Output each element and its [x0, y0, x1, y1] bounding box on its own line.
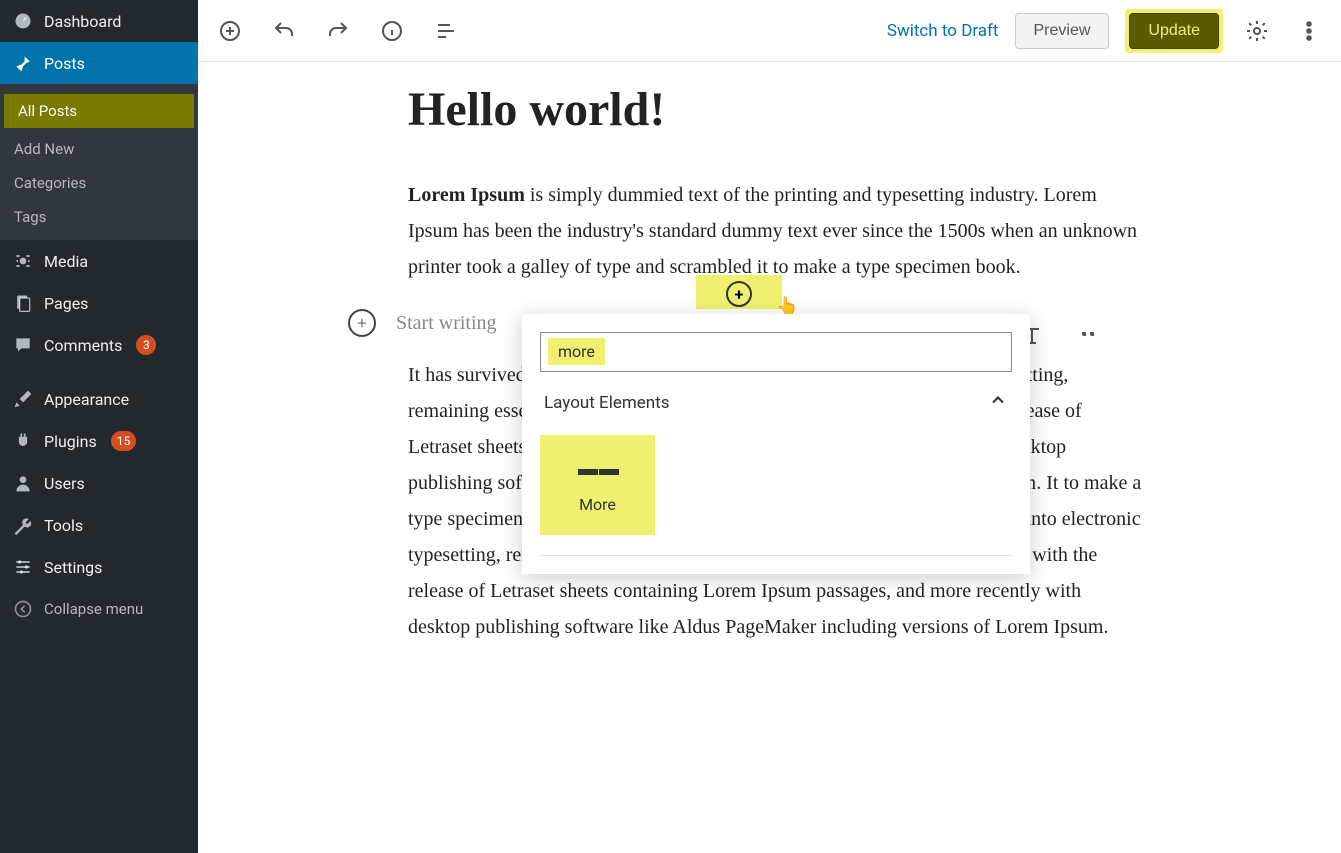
inserter-section-header[interactable]: Layout Elements — [540, 372, 1012, 427]
sidebar-label: Users — [44, 474, 85, 493]
sidebar-label: Pages — [44, 294, 88, 313]
plugins-badge: 15 — [111, 431, 137, 451]
block-item-label: More — [579, 495, 616, 514]
undo-button[interactable] — [266, 13, 302, 49]
inserter-block-grid: ▬ ▬ More — [540, 427, 1012, 556]
sliders-icon — [12, 556, 34, 578]
more-block-icon: ▬ ▬ — [578, 456, 617, 481]
preview-button[interactable]: Preview — [1015, 13, 1110, 49]
para1-bold: Lorem Ipsum — [408, 184, 525, 206]
sidebar-item-dashboard[interactable]: Dashboard — [0, 0, 198, 42]
post-title[interactable]: Hello world! — [408, 82, 1148, 137]
editor-topbar: Switch to Draft Preview Update — [198, 0, 1341, 62]
sidebar-item-tools[interactable]: Tools — [0, 504, 198, 546]
submenu-categories[interactable]: Categories — [0, 166, 198, 200]
submenu-all-posts[interactable]: All Posts — [4, 94, 194, 128]
topbar-left — [212, 13, 464, 49]
submenu-tags[interactable]: Tags — [0, 200, 198, 234]
quote-icon[interactable] — [1076, 324, 1102, 350]
user-icon — [12, 472, 34, 494]
sidebar-label: Dashboard — [44, 12, 121, 31]
sidebar-label: Media — [44, 252, 88, 271]
add-block-toolbar-button[interactable] — [212, 13, 248, 49]
sidebar-label: Posts — [44, 54, 85, 73]
brush-icon — [12, 388, 34, 410]
sidebar-item-pages[interactable]: Pages — [0, 282, 198, 324]
more-menu-button[interactable] — [1291, 13, 1327, 49]
inline-add-block-button[interactable]: + — [348, 309, 376, 337]
chevron-up-icon — [988, 390, 1008, 415]
outline-button[interactable] — [428, 13, 464, 49]
sidebar-item-settings[interactable]: Settings — [0, 546, 198, 588]
add-block-plus-button[interactable]: + — [726, 281, 752, 307]
sidebar-item-users[interactable]: Users — [0, 462, 198, 504]
search-value-highlight: more — [548, 338, 605, 365]
submenu-add-new[interactable]: Add New — [0, 132, 198, 166]
inserter-section-label: Layout Elements — [544, 393, 670, 413]
media-icon — [12, 250, 34, 272]
collapse-icon — [12, 598, 34, 620]
dashboard-icon — [12, 10, 34, 32]
wrench-icon — [12, 514, 34, 536]
inserter-search-input[interactable] — [540, 332, 1012, 372]
comment-icon — [12, 334, 34, 356]
update-highlight: Update — [1125, 9, 1223, 53]
quick-format-icons — [1020, 324, 1102, 350]
add-block-trigger-highlight: + — [696, 275, 782, 309]
comments-badge: 3 — [136, 335, 156, 355]
switch-to-draft-link[interactable]: Switch to Draft — [887, 21, 999, 41]
topbar-right: Switch to Draft Preview Update — [887, 9, 1327, 53]
block-item-more[interactable]: ▬ ▬ More — [540, 435, 655, 535]
info-button[interactable] — [374, 13, 410, 49]
sidebar-item-comments[interactable]: Comments 3 — [0, 324, 198, 366]
plug-icon — [12, 430, 34, 452]
sidebar-item-plugins[interactable]: Plugins 15 — [0, 420, 198, 462]
sidebar-item-posts[interactable]: Posts — [0, 42, 198, 84]
inserter-search-wrap: more — [540, 332, 1012, 372]
settings-gear-button[interactable] — [1239, 13, 1275, 49]
posts-submenu: All Posts Add New Categories Tags — [0, 84, 198, 240]
update-button[interactable]: Update — [1129, 13, 1219, 49]
sidebar-item-media[interactable]: Media — [0, 240, 198, 282]
sidebar-label: Appearance — [44, 390, 129, 409]
collapse-label: Collapse menu — [44, 600, 143, 618]
pages-icon — [12, 292, 34, 314]
pin-icon — [12, 52, 34, 74]
collapse-menu[interactable]: Collapse menu — [0, 588, 198, 630]
sidebar-label: Plugins — [44, 432, 97, 451]
sidebar-label: Comments — [44, 336, 122, 355]
block-inserter-popover: more Layout Elements ▬ ▬ More — [522, 314, 1030, 574]
admin-sidebar: Dashboard Posts All Posts Add New Catego… — [0, 0, 198, 853]
block-placeholder[interactable]: Start writing — [396, 312, 497, 335]
sidebar-label: Settings — [44, 558, 102, 577]
sidebar-label: Tools — [44, 516, 83, 535]
paragraph-1[interactable]: Lorem Ipsum is simply dummied text of th… — [408, 177, 1148, 285]
sidebar-item-appearance[interactable]: Appearance — [0, 378, 198, 420]
redo-button[interactable] — [320, 13, 356, 49]
